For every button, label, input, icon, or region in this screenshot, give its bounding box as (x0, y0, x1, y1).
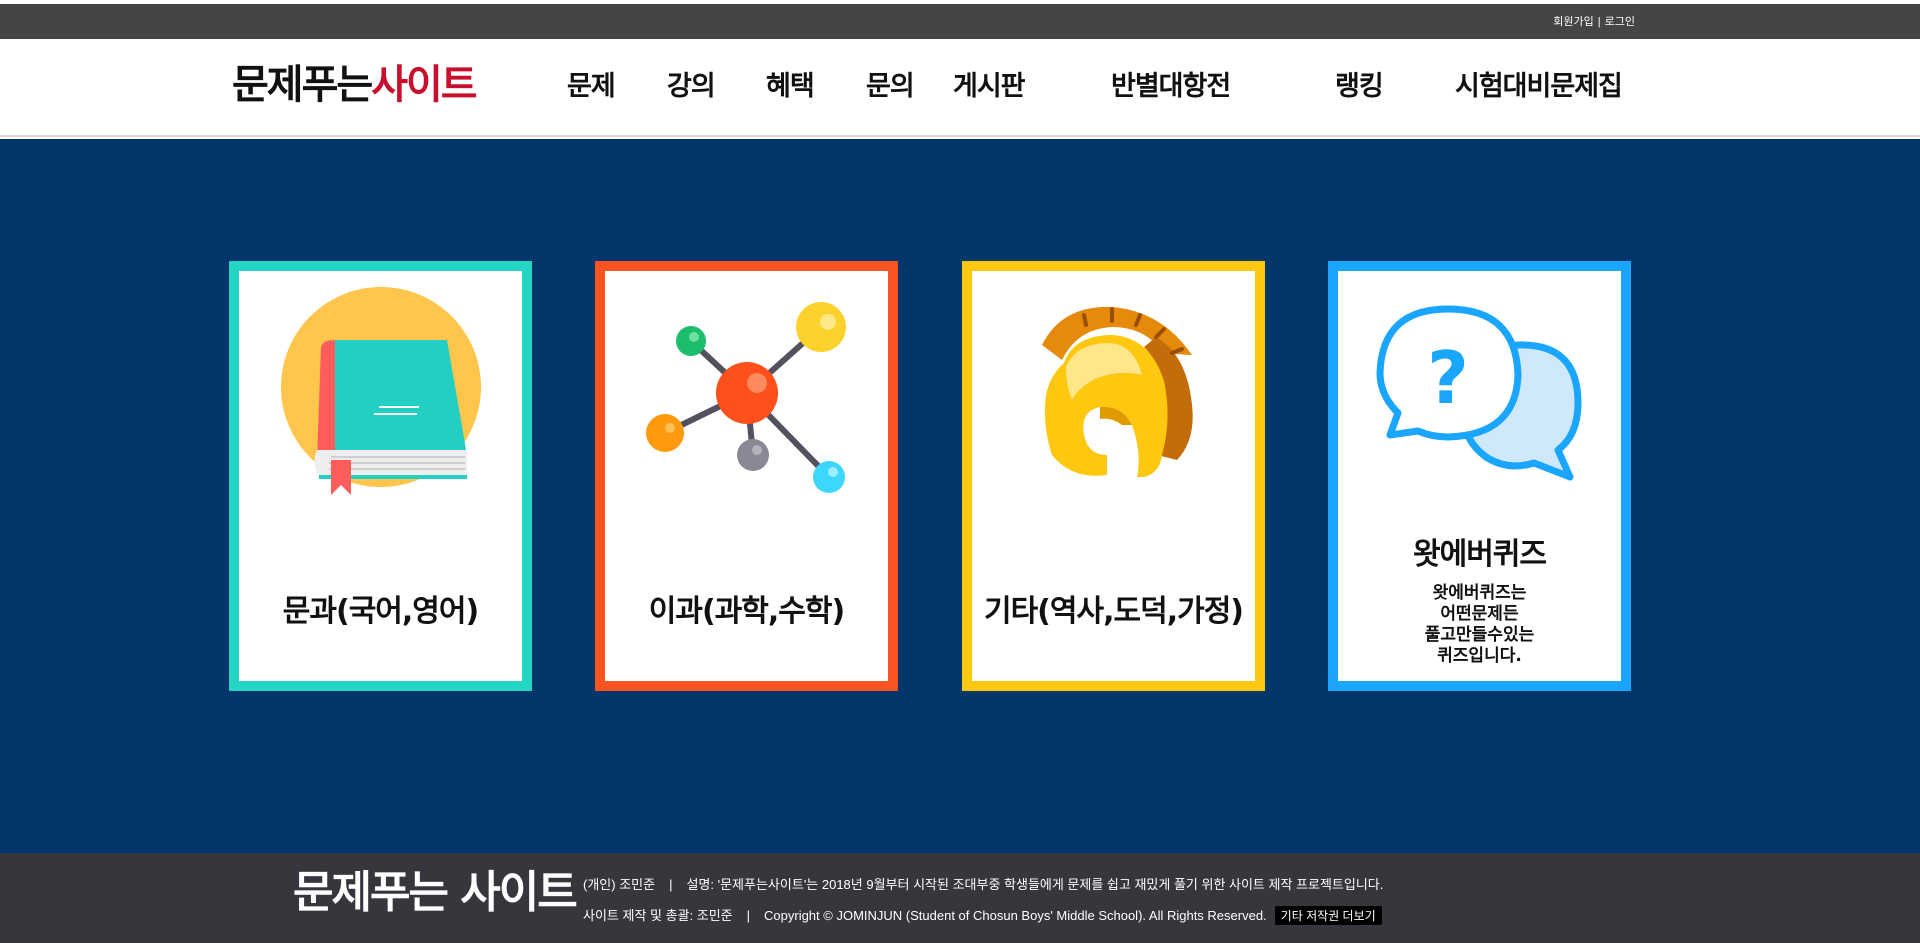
nav-item-inquiry[interactable]: 문의 (866, 73, 915, 100)
footer-separator: | (746, 908, 751, 923)
login-link[interactable]: 로그인 (1605, 16, 1635, 28)
more-copyright-button[interactable]: 기타 저작권 더보기 (1274, 906, 1382, 925)
card-title: 문과(국어,영어) (282, 594, 479, 629)
category-card-whatever-quiz[interactable]: ? 왓에버퀴즈 왓에버퀴즈는 어떤문제든 풀고만들수있는 퀴즈입니다. (1328, 261, 1631, 691)
card-title: 기타(역사,도덕,가정) (983, 594, 1244, 629)
nav-item-board[interactable]: 게시판 (953, 73, 1026, 100)
nav-item-class-battle[interactable]: 반별대항전 (1111, 73, 1231, 100)
footer-separator: | (669, 877, 673, 892)
nav-item-exam-workbook[interactable]: 시험대비문제집 (1455, 73, 1623, 100)
category-card-humanities[interactable]: 문과(국어,영어) (229, 261, 532, 691)
nav-item-lectures[interactable]: 강의 (667, 73, 716, 100)
molecule-icon (646, 302, 846, 493)
card-description: 왓에버퀴즈는 어떤문제든 풀고만들수있는 퀴즈입니다. (1338, 583, 1621, 667)
description-line: 풀고만들수있는 (1424, 625, 1535, 645)
book-icon (281, 287, 481, 495)
question-chat-icon: ? (1376, 305, 1582, 481)
nav-item-benefits[interactable]: 혜택 (766, 73, 815, 100)
description-line: 퀴즈입니다. (1437, 646, 1522, 666)
spartan-helmet-icon (1042, 306, 1193, 477)
footer-info-line: (개인) 조민준 | 설명: '문제푸는사이트'는 2018년 9월부터 시작된 조… (583, 874, 1383, 893)
card-title: 왓에버퀴즈 (1413, 537, 1547, 572)
header: 문제푸는사이트 문제 강의 혜택 문의 게시판 반별대항전 랭킹 시험대비문제집 (0, 39, 1920, 137)
description-line: 어떤문제든 (1440, 604, 1519, 624)
footer: 문제푸는 사이트 (개인) 조민준 | 설명: '문제푸는사이트'는 2018년 9… (0, 853, 1920, 943)
footer-description: 설명: '문제푸는사이트'는 2018년 9월부터 시작된 조대부중 학생들에게… (686, 877, 1384, 892)
footer-maker: 사이트 제작 및 총괄: 조민준 (583, 908, 733, 923)
signup-link[interactable]: 회원가입 (1553, 16, 1593, 28)
category-card-etc[interactable]: 기타(역사,도덕,가정) (962, 261, 1265, 691)
category-card-science[interactable]: 이과(과학,수학) (595, 261, 898, 691)
logo-accent-text: 사이트 (371, 62, 477, 108)
footer-copyright: Copyright © JOMINJUN (Student of Chosun … (764, 908, 1267, 923)
nav-item-problems[interactable]: 문제 (567, 73, 616, 100)
footer-logo: 문제푸는 사이트 (293, 867, 578, 918)
nav-item-ranking[interactable]: 랭킹 (1335, 73, 1384, 100)
footer-owner: (개인) 조민준 (583, 877, 656, 892)
auth-separator: | (1597, 16, 1601, 28)
footer-copyright-line: 사이트 제작 및 총괄: 조민준 | Copyright © JOMINJUN (S… (583, 905, 1382, 925)
description-line: 왓에버퀴즈는 (1432, 583, 1527, 603)
auth-links: 회원가입 | 로그인 (1553, 13, 1635, 29)
top-bar: 회원가입 | 로그인 (0, 4, 1920, 39)
logo-main-text: 문제푸는 (232, 62, 373, 108)
card-title: 이과(과학,수학) (648, 594, 845, 629)
site-logo[interactable]: 문제푸는사이트 (232, 62, 478, 108)
svg-text:?: ? (1427, 336, 1469, 420)
main-section: 문과(국어,영어) 이과(과학,수학) 기타(역사,도덕,가정) ? 왓에버퀴즈… (0, 139, 1920, 853)
